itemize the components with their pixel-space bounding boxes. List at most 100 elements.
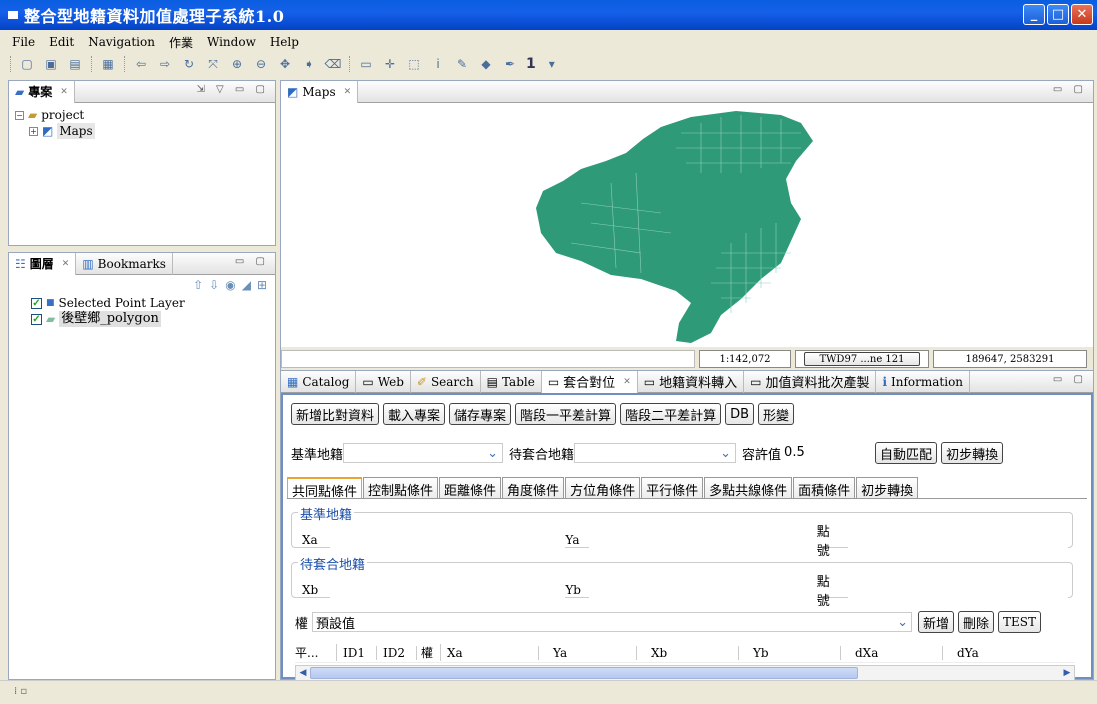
tab-maps[interactable]: ◩ Maps ✕ — [281, 80, 359, 103]
tab-initial-transform[interactable]: 初步轉換 — [856, 477, 919, 499]
column-header[interactable]: Yb — [739, 645, 841, 660]
crs-button[interactable]: TWD97 ...ne 121 — [795, 350, 929, 368]
tab-control-points[interactable]: 控制點條件 — [363, 477, 439, 499]
tab-cadastral-import[interactable]: ▭ 地籍資料轉入 — [638, 370, 745, 393]
column-header[interactable]: 權 — [417, 644, 441, 661]
tab-angle[interactable]: 角度條件 — [502, 477, 565, 499]
minimize-button[interactable]: _ — [1023, 4, 1045, 25]
close-icon[interactable]: ✕ — [623, 377, 631, 387]
tab-collinear[interactable]: 多點共線條件 — [704, 477, 793, 499]
screen-icon[interactable]: ▭ — [358, 56, 374, 72]
layer-item[interactable]: ✓ ■ Selected Point Layer — [15, 295, 269, 311]
info-icon[interactable]: i — [430, 56, 446, 72]
column-header[interactable]: Ya — [539, 645, 637, 660]
weight-select[interactable]: 預設值 ⌄ — [312, 612, 913, 632]
tab-azimuth[interactable]: 方位角條件 — [565, 477, 641, 499]
menu-help[interactable]: Help — [270, 35, 299, 49]
scroll-left-icon[interactable]: ◀ — [296, 666, 310, 680]
column-header[interactable]: Xa — [441, 645, 539, 660]
yb-input[interactable] — [589, 580, 817, 600]
close-icon[interactable]: ✕ — [60, 87, 68, 97]
tree-item-maps[interactable]: + ◩ Maps — [15, 123, 269, 139]
add-button[interactable]: 新增 — [918, 611, 955, 633]
stage2-adjust-button[interactable]: 階段二平差計算 — [620, 403, 722, 425]
move-up-icon[interactable]: ⇧ — [193, 278, 203, 292]
edit-tool-icon[interactable]: ✒ — [502, 56, 518, 72]
tree-item-project[interactable]: − ▰ project — [15, 107, 269, 123]
scale-indicator[interactable]: 1 — [526, 56, 536, 72]
ya-input[interactable] — [589, 530, 817, 550]
maximize-button[interactable]: □ — [1047, 4, 1069, 25]
tab-parallel[interactable]: 平行條件 — [641, 477, 704, 499]
collapse-icon[interactable]: − — [15, 110, 24, 120]
forward-view-icon[interactable]: ➧ — [301, 56, 317, 72]
tab-distance[interactable]: 距離條件 — [439, 477, 502, 499]
horizontal-scrollbar[interactable]: ◀ ▶ — [295, 665, 1075, 681]
layer-visible-checkbox[interactable]: ✓ — [31, 313, 42, 325]
zoom-extent-icon[interactable]: ⤧ — [205, 56, 221, 72]
target-cadastre-select[interactable]: ⌄ — [574, 443, 737, 463]
panel-controls[interactable]: ▭ ▢ — [1053, 84, 1087, 95]
menu-edit[interactable]: Edit — [49, 35, 74, 49]
column-header[interactable]: 平... — [295, 644, 337, 661]
base-cadastre-select[interactable]: ⌄ — [343, 443, 504, 463]
tab-project[interactable]: ▰ 專案 ✕ — [9, 80, 75, 103]
close-icon[interactable]: ✕ — [344, 87, 352, 97]
zoom-out-icon[interactable]: ⊖ — [253, 56, 269, 72]
tab-catalog[interactable]: ▦ Catalog — [281, 370, 357, 393]
move-down-icon[interactable]: ⇩ — [209, 278, 219, 292]
db-button[interactable]: DB — [725, 403, 755, 425]
color-icon[interactable]: ◉ — [225, 278, 235, 292]
map-canvas[interactable] — [281, 103, 1093, 347]
refresh-icon[interactable]: ↻ — [181, 56, 197, 72]
add-layer-icon[interactable]: ⊞ — [257, 278, 267, 292]
delete-button[interactable]: 刪除 — [958, 611, 995, 633]
tab-area[interactable]: 面積條件 — [793, 477, 856, 499]
auto-match-button[interactable]: 自動匹配 — [875, 442, 938, 464]
column-header[interactable]: ID2 — [377, 645, 417, 660]
column-header[interactable]: dXa — [841, 645, 943, 660]
panel-controls[interactable]: ▭ ▢ — [1053, 374, 1087, 385]
expand-icon[interactable]: + — [29, 126, 38, 136]
layer-tool-icon[interactable]: ◆ — [478, 56, 494, 72]
pan-icon[interactable]: ✥ — [277, 56, 293, 72]
xa-input[interactable] — [330, 530, 566, 550]
layer-visible-checkbox[interactable]: ✓ — [31, 297, 42, 309]
add-comparison-button[interactable]: 新增比對資料 — [291, 403, 380, 425]
menu-jobs[interactable]: 作業 — [169, 34, 193, 51]
tab-bookmarks[interactable]: ▥ Bookmarks — [76, 252, 173, 275]
scroll-right-icon[interactable]: ▶ — [1060, 666, 1074, 680]
back-icon[interactable]: ⇦ — [133, 56, 149, 72]
move-icon[interactable]: ✛ — [382, 56, 398, 72]
tab-table[interactable]: ▤ Table — [481, 370, 542, 393]
draw-icon[interactable]: ✎ — [454, 56, 470, 72]
tab-batch-production[interactable]: ▭ 加值資料批次產製 — [744, 370, 877, 393]
tab-alignment[interactable]: ▭ 套合對位 ✕ — [541, 370, 638, 393]
menu-file[interactable]: File — [12, 35, 35, 49]
tolerance-input[interactable]: 0.5 — [781, 443, 870, 463]
tab-web[interactable]: ▭ Web — [356, 370, 411, 393]
column-header[interactable]: Xb — [637, 645, 739, 660]
point-id-input[interactable] — [848, 580, 1068, 600]
column-header[interactable]: ID1 — [337, 645, 377, 660]
tab-search[interactable]: ✐ Search — [411, 370, 481, 393]
tab-common-points[interactable]: 共同點條件 — [287, 477, 363, 500]
layer-item[interactable]: ✓ ▰ 後壁鄉_polygon — [15, 311, 269, 327]
xb-input[interactable] — [330, 580, 566, 600]
scrollbar-thumb[interactable] — [310, 667, 858, 679]
column-header[interactable]: dYa — [943, 646, 1023, 660]
erase-icon[interactable]: ⌫ — [325, 56, 342, 72]
stage1-adjust-button[interactable]: 階段一平差計算 — [515, 403, 617, 425]
menu-navigation[interactable]: Navigation — [88, 35, 155, 49]
tab-layers[interactable]: ☷ 圖層 ✕ — [9, 252, 77, 275]
close-button[interactable]: ✕ — [1071, 4, 1093, 25]
load-project-button[interactable]: 載入專案 — [383, 403, 446, 425]
panel-controls[interactable]: ▭ ▢ — [235, 256, 269, 267]
properties-icon[interactable]: ▦ — [100, 56, 116, 72]
close-icon[interactable]: ✕ — [62, 259, 70, 269]
panel-controls[interactable]: ⇲ ▽ ▭ ▢ — [196, 84, 269, 95]
menu-window[interactable]: Window — [207, 35, 256, 49]
select-icon[interactable]: ⬚ — [406, 56, 422, 72]
save-icon[interactable]: ▣ — [43, 56, 59, 72]
save-all-icon[interactable]: ▤ — [67, 56, 83, 72]
